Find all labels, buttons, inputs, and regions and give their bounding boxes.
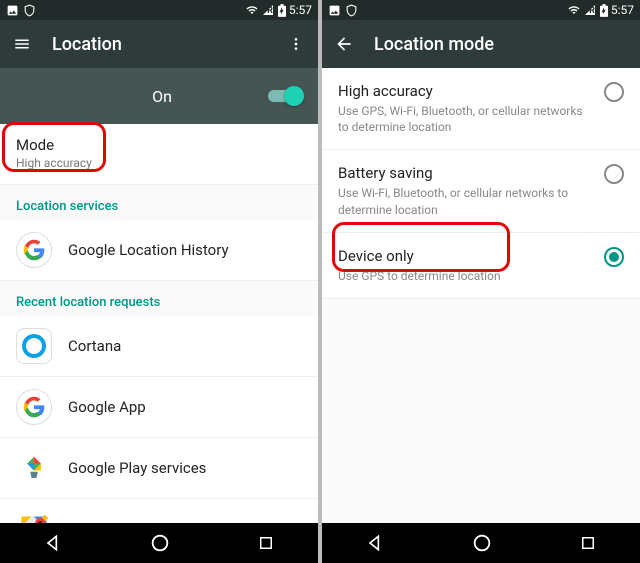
phone-right: R 5:57 Location mode High accuracy Use G…: [322, 0, 640, 563]
page-title: Location: [52, 34, 122, 55]
home-button[interactable]: [471, 532, 493, 554]
list-item[interactable]: Google Location History: [0, 220, 318, 281]
location-switch[interactable]: [268, 87, 302, 105]
cortana-icon: [16, 328, 52, 364]
mode-row[interactable]: Mode High accuracy: [0, 124, 318, 185]
app-bar: Location: [0, 20, 318, 68]
google-icon: [16, 389, 52, 425]
option-title: High accuracy: [338, 82, 594, 100]
battery-icon: [278, 4, 286, 17]
phone-left: R 5:57 Location On: [0, 0, 318, 563]
recents-button[interactable]: [257, 534, 275, 552]
content-right: High accuracy Use GPS, Wi-Fi, Bluetooth,…: [322, 68, 640, 523]
option-title: Battery saving: [338, 164, 594, 182]
play-services-icon: [16, 450, 52, 486]
option-desc: Use GPS to determine location: [338, 268, 594, 284]
back-button[interactable]: [365, 533, 385, 553]
overflow-icon[interactable]: [286, 34, 306, 54]
option-desc: Use Wi-Fi, Bluetooth, or cellular networ…: [338, 185, 594, 217]
status-time: 5:57: [611, 3, 634, 17]
radio-button[interactable]: [604, 82, 624, 102]
list-item[interactable]: Google App: [0, 377, 318, 438]
status-bar: R 5:57: [322, 0, 640, 20]
maps-icon: [16, 511, 52, 523]
option-desc: Use GPS, Wi-Fi, Bluetooth, or cellular n…: [338, 103, 594, 135]
option-title: Device only: [338, 247, 594, 265]
status-time: 5:57: [289, 3, 312, 17]
nav-bar: [0, 523, 318, 563]
mode-title: Mode: [16, 136, 302, 154]
menu-icon[interactable]: [12, 34, 32, 54]
item-label: Google Location History: [68, 241, 302, 259]
mode-option-device-only[interactable]: Device only Use GPS to determine locatio…: [322, 233, 640, 299]
battery-icon: [600, 4, 608, 17]
item-label: Google Play services: [68, 459, 302, 477]
radio-button[interactable]: [604, 164, 624, 184]
radio-button[interactable]: [604, 247, 624, 267]
signal-label: R: [267, 6, 273, 16]
content-left: On Mode High accuracy Location services …: [0, 68, 318, 523]
wifi-icon: [567, 4, 581, 16]
shield-icon: [23, 4, 36, 17]
status-bar: R 5:57: [0, 0, 318, 20]
item-label: Google App: [68, 398, 302, 416]
mode-value: High accuracy: [16, 156, 302, 172]
location-toggle-row[interactable]: On: [0, 68, 318, 124]
mode-option-high-accuracy[interactable]: High accuracy Use GPS, Wi-Fi, Bluetooth,…: [322, 68, 640, 150]
google-icon: [16, 232, 52, 268]
section-location-services: Location services: [0, 185, 318, 220]
mode-option-battery-saving[interactable]: Battery saving Use Wi-Fi, Bluetooth, or …: [322, 150, 640, 232]
list-item[interactable]: Cortana: [0, 316, 318, 377]
signal-label: R: [589, 6, 595, 16]
app-bar: Location mode: [322, 20, 640, 68]
section-recent-requests: Recent location requests: [0, 281, 318, 316]
list-item[interactable]: Google Play services: [0, 438, 318, 499]
list-item[interactable]: Maps: [0, 499, 318, 523]
shield-icon: [345, 4, 358, 17]
recents-button[interactable]: [579, 534, 597, 552]
wifi-icon: [245, 4, 259, 16]
back-icon[interactable]: [334, 34, 354, 54]
toggle-label: On: [56, 87, 268, 106]
page-title: Location mode: [374, 34, 494, 55]
item-label: Cortana: [68, 337, 302, 355]
picture-icon: [328, 4, 341, 17]
back-button[interactable]: [43, 533, 63, 553]
nav-bar: [322, 523, 640, 563]
picture-icon: [6, 4, 19, 17]
home-button[interactable]: [149, 532, 171, 554]
